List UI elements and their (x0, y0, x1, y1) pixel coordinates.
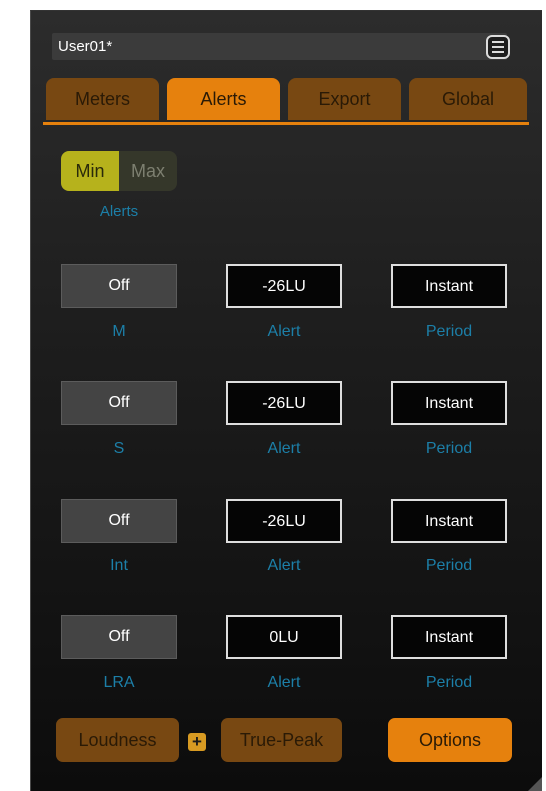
int-alert-field[interactable]: -26LU (226, 499, 342, 543)
s-period-field[interactable]: Instant (391, 381, 507, 425)
m-toggle-button[interactable]: Off (61, 264, 177, 308)
lra-period-label: Period (425, 674, 473, 691)
s-period-label: Period (425, 440, 473, 457)
m-period-label: Period (425, 323, 473, 340)
int-label: Int (110, 557, 128, 574)
tab-global[interactable]: Global (409, 78, 527, 120)
min-button[interactable]: Min (61, 151, 119, 191)
lra-period-field[interactable]: Instant (391, 615, 507, 659)
tab-underline (43, 122, 529, 125)
loudness-button[interactable]: Loudness (56, 718, 179, 762)
alerts-panel: User01* Meters Alerts Export Global Min … (30, 10, 542, 791)
int-period-label: Period (425, 557, 473, 574)
m-alert-field[interactable]: -26LU (226, 264, 342, 308)
m-period-field[interactable]: Instant (391, 264, 507, 308)
lra-alert-field[interactable]: 0LU (226, 615, 342, 659)
min-max-toggle[interactable]: Min Max (61, 151, 177, 191)
tab-export[interactable]: Export (288, 78, 401, 120)
int-period-field[interactable]: Instant (391, 499, 507, 543)
lra-label: LRA (103, 674, 135, 691)
s-alert-field[interactable]: -26LU (226, 381, 342, 425)
int-toggle-button[interactable]: Off (61, 499, 177, 543)
plus-icon: + (188, 733, 206, 751)
preset-name-field[interactable]: User01* (52, 33, 507, 60)
options-button[interactable]: Options (388, 718, 512, 762)
s-toggle-button[interactable]: Off (61, 381, 177, 425)
lra-toggle-button[interactable]: Off (61, 615, 177, 659)
s-label: S (113, 440, 125, 457)
menu-icon[interactable] (486, 35, 510, 59)
int-alert-label: Alert (267, 557, 301, 574)
tab-meters[interactable]: Meters (46, 78, 159, 120)
m-alert-label: Alert (267, 323, 301, 340)
s-alert-label: Alert (267, 440, 301, 457)
lra-alert-label: Alert (267, 674, 301, 691)
max-button[interactable]: Max (119, 151, 177, 191)
alerts-mode-label: Alerts (99, 203, 139, 220)
true-peak-button[interactable]: True-Peak (221, 718, 342, 762)
preset-name: User01* (58, 38, 113, 55)
m-label: M (112, 323, 126, 340)
resize-grip-icon[interactable] (528, 777, 542, 791)
tab-alerts[interactable]: Alerts (167, 78, 280, 120)
